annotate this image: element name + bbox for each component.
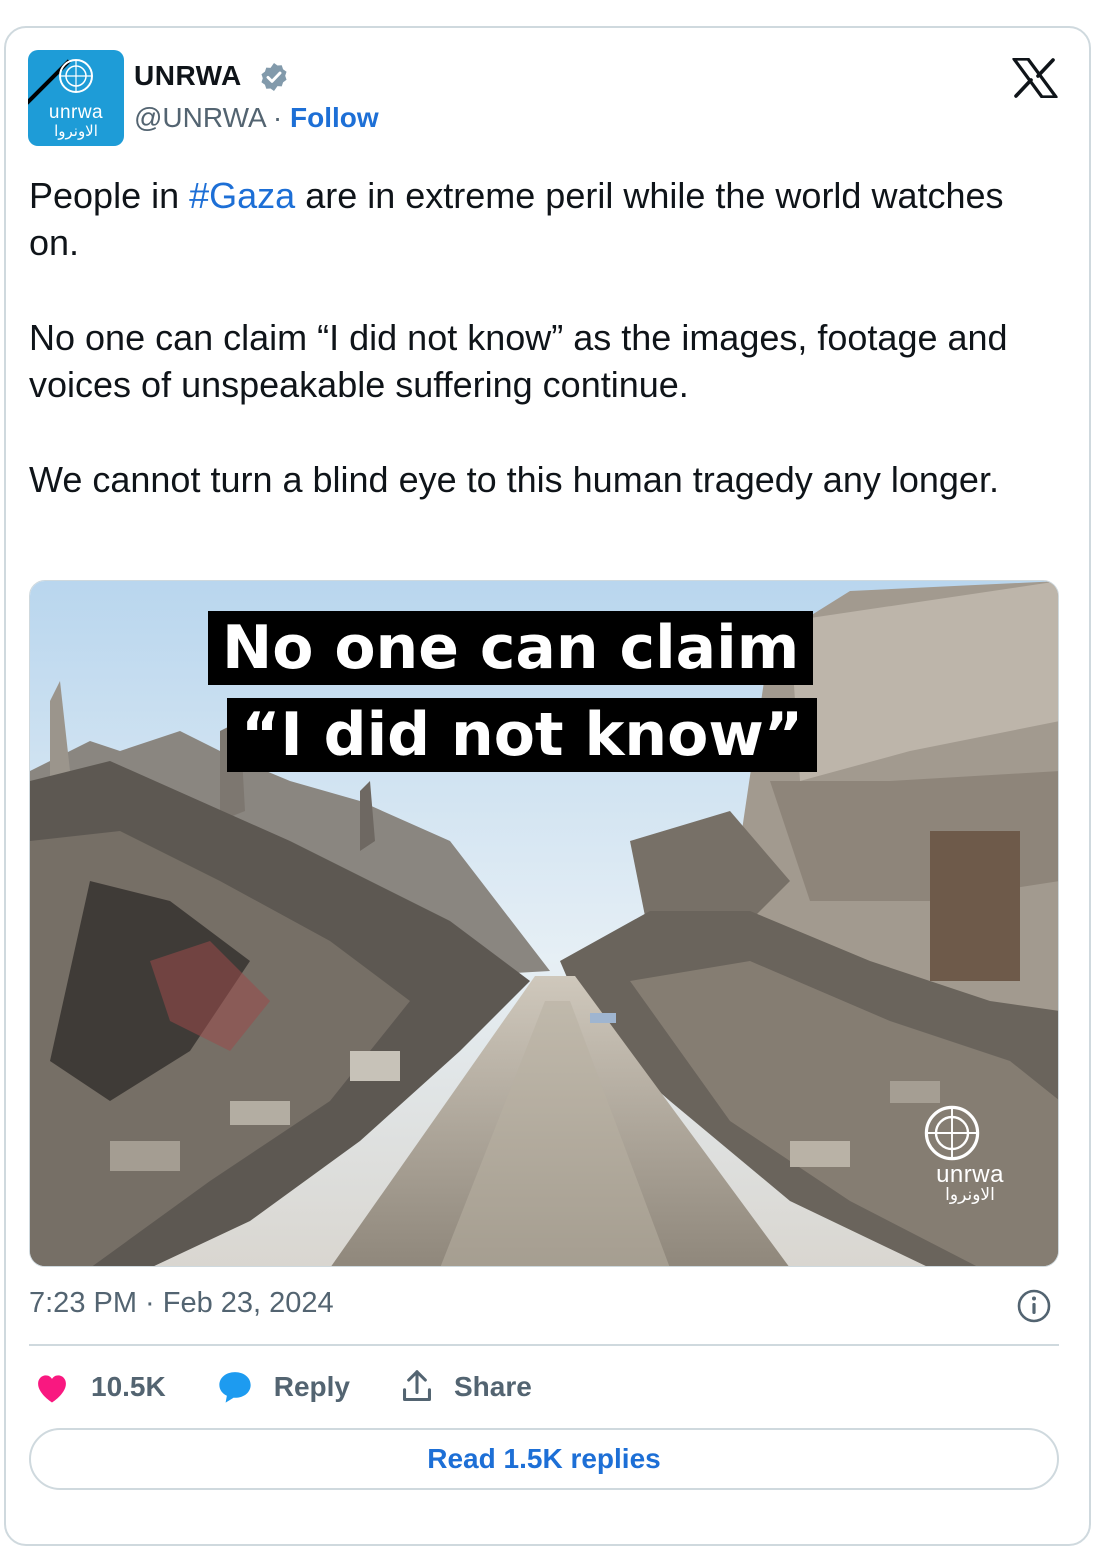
divider [29, 1344, 1059, 1346]
tweet-media-image[interactable]: No one can claim “I did not know” unrwa … [29, 580, 1059, 1267]
reply-label: Reply [273, 1371, 350, 1402]
info-icon[interactable] [1016, 1288, 1052, 1324]
un-emblem-icon [924, 1105, 980, 1161]
tweet-text: People in #Gaza are in extreme peril whi… [29, 172, 1039, 503]
reply-button[interactable]: Reply [216, 1369, 350, 1405]
tweet-paragraph-2: No one can claim “I did not know” as the… [29, 317, 1008, 405]
reply-bubble-icon [219, 1372, 251, 1403]
action-bar: 10.5K Reply Share [33, 1365, 582, 1409]
overlay-text-line-2: “I did not know” [227, 698, 818, 772]
verified-badge-icon [261, 63, 287, 91]
hashtag-link[interactable]: #Gaza [189, 175, 295, 216]
read-replies-button[interactable]: Read 1.5K replies [29, 1428, 1059, 1490]
tweet-timestamp[interactable]: 7:23 PM · Feb 23, 2024 [29, 1287, 334, 1320]
author-handle-row: @UNRWA · Follow [134, 102, 379, 134]
share-button[interactable]: Share [400, 1369, 532, 1405]
share-label: Share [453, 1371, 532, 1402]
watermark-text-ar: الاونروا [945, 1185, 995, 1205]
avatar-logo-ar: الاونروا [54, 122, 98, 140]
like-button[interactable]: 10.5K [33, 1370, 166, 1404]
tweet-paragraph-1: People in #Gaza are in extreme peril whi… [29, 175, 1004, 263]
author-handle[interactable]: @UNRWA [134, 102, 265, 133]
avatar[interactable]: unrwa الاونروا [28, 50, 124, 146]
follow-link[interactable]: Follow [290, 102, 379, 133]
overlay-text-line-1: No one can claim [208, 611, 814, 685]
unrwa-watermark: unrwa الاونروا [920, 1101, 1020, 1205]
tweet-paragraph-3: We cannot turn a blind eye to this human… [29, 459, 999, 500]
like-count: 10.5K [91, 1371, 166, 1402]
author-name[interactable]: UNRWA [134, 60, 242, 92]
heart-icon [38, 1375, 66, 1403]
un-emblem-icon [59, 59, 93, 93]
share-icon [402, 1370, 431, 1401]
x-logo-icon[interactable] [1012, 58, 1058, 98]
avatar-logo-en: unrwa [48, 102, 104, 123]
separator-dot: · [272, 102, 283, 133]
